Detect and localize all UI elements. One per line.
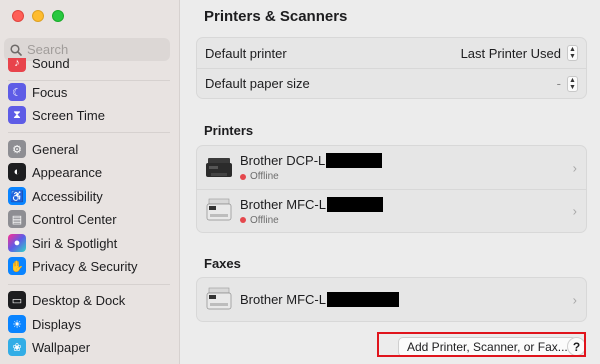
sidebar-item-control-center[interactable]: ▤ Control Center <box>4 208 174 230</box>
fax-row[interactable]: Brother MFC-L › <box>197 278 586 321</box>
search-input[interactable] <box>27 42 157 57</box>
sidebar-item-desktop-dock[interactable]: ▭ Desktop & Dock <box>4 289 174 311</box>
printer-row[interactable]: Brother DCP-L Offline › <box>197 146 586 189</box>
control-center-icon: ▤ <box>8 210 26 228</box>
printer-icon <box>205 155 233 181</box>
default-printer-row: Default printer Last Printer Used ▲ ▼ <box>197 38 586 68</box>
printer-name: Brother MFC-L <box>240 196 326 212</box>
appearance-icon: ◐ <box>8 163 26 181</box>
default-paper-size-popup[interactable]: - ▲ ▼ <box>556 75 578 92</box>
sidebar-item-siri-spotlight[interactable]: ● Siri & Spotlight <box>4 232 174 254</box>
sidebar: ♪ Sound ☾ Focus ⧗ Screen Time ⚙ General … <box>0 0 180 364</box>
sidebar-divider <box>8 284 170 285</box>
sidebar-item-privacy-security[interactable]: ✋ Privacy & Security <box>4 255 174 277</box>
printer-name: Brother DCP-L <box>240 153 326 168</box>
default-paper-size-row: Default paper size - ▲ ▼ <box>197 68 586 98</box>
sidebar-item-general[interactable]: ⚙ General <box>4 138 174 160</box>
sidebar-item-label: Desktop & Dock <box>32 292 126 308</box>
sidebar-item-label: Accessibility <box>32 188 103 204</box>
sidebar-item-label: Focus <box>32 84 68 100</box>
printers-list: Brother DCP-L Offline › Brother MFC-L Of… <box>196 145 587 233</box>
offline-dot-icon <box>240 173 246 180</box>
printer-row[interactable]: Brother MFC-L Offline › <box>197 189 586 232</box>
redaction-box <box>326 292 399 307</box>
wallpaper-icon: ❀ <box>8 338 26 356</box>
close-window-button[interactable] <box>12 10 24 22</box>
dock-icon: ▭ <box>8 291 26 309</box>
sun-icon: ☀ <box>8 315 26 333</box>
sidebar-item-label: Appearance <box>32 164 103 180</box>
fax-name: Brother MFC-L <box>240 292 326 307</box>
default-printer-value: Last Printer Used <box>460 45 561 61</box>
fax-printer-icon <box>205 287 233 313</box>
default-paper-size-value: - <box>556 76 561 91</box>
sidebar-item-wallpaper[interactable]: ❀ Wallpaper <box>4 336 174 358</box>
sidebar-item-accessibility[interactable]: ♿ Accessibility <box>4 185 174 207</box>
minimize-window-button[interactable] <box>32 10 44 22</box>
sidebar-item-label: Screen Time <box>32 107 105 123</box>
sidebar-divider <box>8 132 170 133</box>
search-icon <box>10 43 22 56</box>
sidebar-item-sound[interactable]: ♪ Sound <box>4 58 174 74</box>
window-controls <box>12 10 64 22</box>
sidebar-item-label: Sound <box>32 58 70 71</box>
sidebar-item-focus[interactable]: ☾ Focus <box>4 81 174 103</box>
printer-status-label: Offline <box>250 214 279 226</box>
chevron-right-icon: › <box>572 203 577 219</box>
sidebar-item-label: Privacy & Security <box>32 258 138 274</box>
highlight-box <box>377 332 586 357</box>
offline-dot-icon <box>240 217 246 223</box>
printer-icon <box>205 198 233 224</box>
defaults-card: Default printer Last Printer Used ▲ ▼ Def… <box>196 37 587 99</box>
printers-section-title: Printers <box>204 123 254 138</box>
chevron-right-icon: › <box>572 292 577 307</box>
accessibility-icon: ♿ <box>8 187 26 205</box>
sidebar-item-label: General <box>32 141 79 157</box>
hourglass-icon: ⧗ <box>8 106 26 124</box>
sidebar-item-appearance[interactable]: ◐ Appearance <box>4 161 174 183</box>
sidebar-item-label: Displays <box>32 316 82 332</box>
sidebar-item-screen-time[interactable]: ⧗ Screen Time <box>4 104 174 126</box>
siri-icon: ● <box>8 234 26 252</box>
printer-status: Offline <box>240 171 382 182</box>
chevron-updown-icon: ▲ ▼ <box>567 45 578 61</box>
sidebar-item-label: Siri & Spotlight <box>32 235 118 251</box>
sidebar-item-label: Wallpaper <box>32 339 91 355</box>
hand-icon: ✋ <box>8 257 26 275</box>
page-title: Printers & Scanners <box>204 8 348 25</box>
gear-icon: ⚙ <box>8 140 26 158</box>
sidebar-item-displays[interactable]: ☀ Displays <box>4 313 174 335</box>
default-printer-label: Default printer <box>205 45 287 61</box>
printer-status: Offline <box>240 215 383 226</box>
zoom-window-button[interactable] <box>52 10 64 22</box>
redaction-box <box>326 153 383 168</box>
default-paper-size-label: Default paper size <box>205 76 310 91</box>
moon-icon: ☾ <box>8 83 26 101</box>
main-pane: Printers & Scanners Default printer Last… <box>181 0 600 364</box>
sidebar-item-label: Control Center <box>32 211 117 227</box>
redaction-box <box>326 196 383 212</box>
chevron-right-icon: › <box>572 160 577 175</box>
faxes-list: Brother MFC-L › <box>196 277 587 322</box>
faxes-section-title: Faxes <box>204 256 241 271</box>
printer-status-label: Offline <box>250 171 279 182</box>
sound-icon: ♪ <box>8 58 26 72</box>
default-printer-popup[interactable]: Last Printer Used ▲ ▼ <box>461 45 578 61</box>
chevron-updown-icon: ▲ ▼ <box>567 75 578 92</box>
